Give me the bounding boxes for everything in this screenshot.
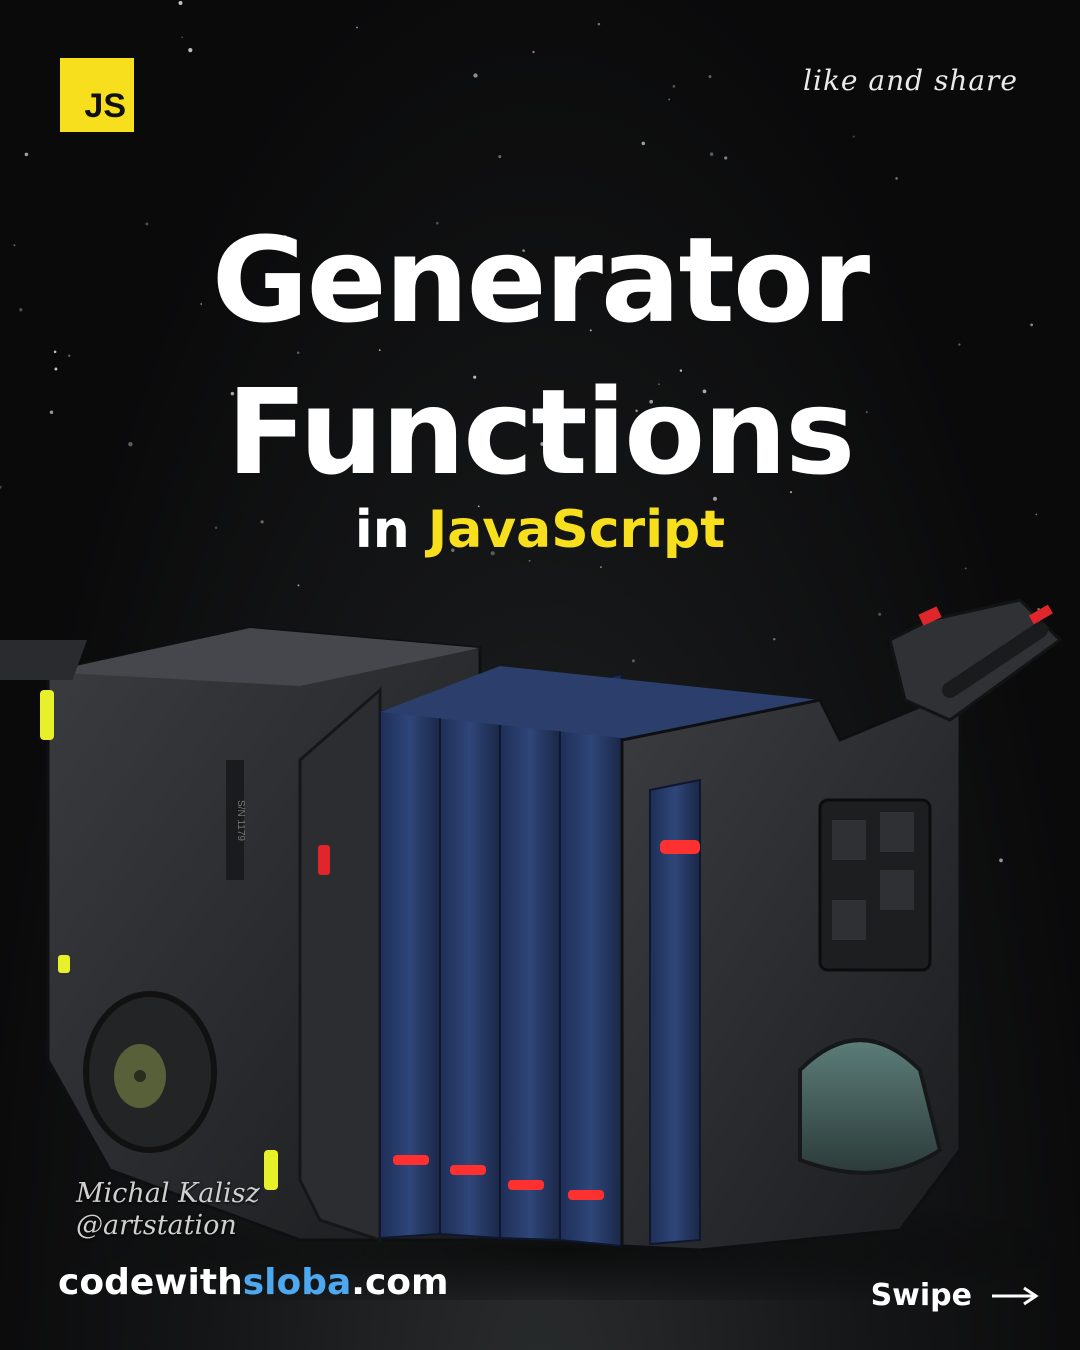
js-logo-badge: JS [60, 58, 134, 132]
serial-label: S/N 1179 [235, 800, 246, 841]
site-prefix: codewith [58, 1262, 243, 1303]
star-dot [532, 50, 535, 54]
star-dot [296, 351, 300, 354]
front-module [620, 687, 962, 1252]
like-and-share-text: like and share [803, 64, 1018, 97]
star-dot [641, 141, 646, 146]
star-dot [724, 156, 728, 160]
js-logo-label: JS [84, 87, 126, 125]
star-dot [498, 155, 502, 159]
handle [888, 598, 1063, 722]
star-dot [672, 85, 676, 88]
star-dot [356, 26, 358, 29]
subtitle-prefix: in [354, 500, 410, 560]
arrow-right-icon [992, 1286, 1039, 1305]
poster-background: JS like and share Generator Functions in… [0, 0, 1080, 1350]
star-dot [53, 350, 57, 354]
site-brand: sloba [242, 1262, 352, 1303]
swipe-label: Swipe [870, 1278, 972, 1313]
star-dot [668, 98, 671, 101]
artist-name: Michal Kalisz [76, 1178, 260, 1209]
star-dot [709, 152, 714, 156]
star-dot [178, 1, 183, 5]
swipe-button[interactable]: Swipe [871, 1278, 1040, 1313]
title-line-1: Generator [211, 211, 870, 349]
side-frame [298, 686, 382, 1243]
artist-handle: @artstation [76, 1210, 237, 1241]
website-link[interactable]: codewithsloba.com [58, 1262, 449, 1303]
star-dot [24, 152, 29, 157]
artist-credit: Michal Kalisz @artstation [76, 1178, 260, 1242]
star-dot [68, 354, 71, 357]
subtitle: in JavaScript [0, 500, 1080, 560]
star-dot [597, 22, 601, 26]
star-dot [473, 73, 478, 78]
star-dot [852, 135, 855, 138]
star-dot [895, 177, 898, 180]
wheel [83, 991, 217, 1153]
star-dot [181, 36, 184, 39]
title-line-2: Functions [226, 363, 856, 501]
star-dot [188, 47, 193, 53]
star-dot [708, 75, 712, 79]
subtitle-highlight: JavaScript [427, 500, 726, 560]
site-suffix: .com [351, 1262, 449, 1303]
